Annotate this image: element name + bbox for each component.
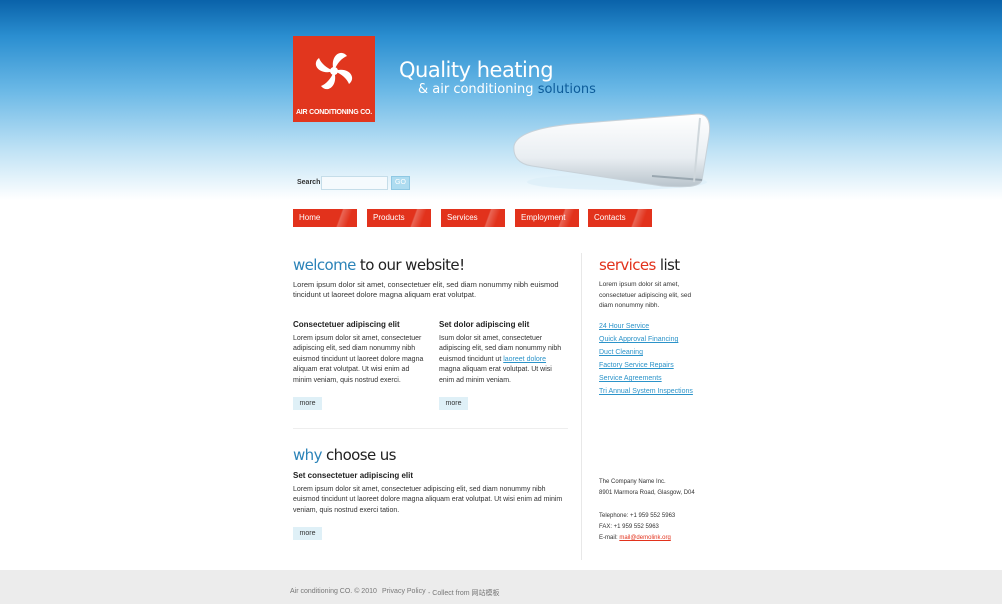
services-heading-rest: list [659, 256, 680, 274]
footer-privacy-link[interactable]: Privacy Policy [382, 588, 426, 595]
why-subtitle: Set consectetuer adipiscing elit [293, 471, 414, 480]
contact-fax: FAX: +1 959 552 5963 [599, 524, 659, 530]
contact-email-link[interactable]: mail@demolink.org [619, 535, 670, 541]
section-divider [293, 428, 568, 429]
service-link-duct-cleaning[interactable]: Duct Cleaning [599, 349, 643, 356]
why-more-button[interactable]: more [293, 527, 322, 540]
air-conditioner-image [513, 113, 711, 190]
why-text: Lorem ipsum dolor sit amet, consectetuer… [293, 486, 563, 514]
why-heading: why choose us [293, 446, 396, 464]
search-go-button[interactable]: GO [391, 176, 410, 190]
column-divider [581, 253, 582, 560]
service-link-inspections[interactable]: Tri Annual System Inspections [599, 388, 693, 395]
welcome-col1-more-button[interactable]: more [293, 397, 322, 410]
nav-services[interactable]: Services [441, 209, 505, 227]
nav-home[interactable]: Home [293, 209, 357, 227]
welcome-col2-text-b: magna aliquam erat volutpat. Ut wisi eni… [439, 366, 552, 384]
footer-collect: - Collect from 网站模板 [428, 590, 500, 597]
services-heading: services list [599, 256, 680, 274]
nav-employment[interactable]: Employment [515, 209, 579, 227]
nav-products[interactable]: Products [367, 209, 431, 227]
fan-icon [315, 52, 353, 90]
footer-copyright: Air conditioning CO. © 2010 [290, 588, 377, 595]
welcome-col2-text: Isum dolor sit amet, consectetuer adipis… [439, 334, 565, 386]
service-link-24-hour[interactable]: 24 Hour Service [599, 323, 649, 330]
laoreet-dolore-link[interactable]: laoreet dolore [503, 356, 546, 363]
logo-text: AIR CONDITIONING CO. [295, 109, 373, 116]
why-heading-accent: why [293, 446, 322, 464]
service-link-factory-repairs[interactable]: Factory Service Repairs [599, 362, 674, 369]
tagline-sub-highlight: solutions [537, 82, 596, 97]
services-intro: Lorem ipsum dolor sit amet, consectetuer… [599, 281, 692, 310]
tagline-sub-prefix: & air conditioning [418, 82, 534, 97]
service-link-financing[interactable]: Quick Approval Financing [599, 336, 678, 343]
header-background [0, 0, 1002, 200]
nav-contacts[interactable]: Contacts [588, 209, 652, 227]
welcome-col2-title: Set dolor adipiscing elit [439, 320, 530, 329]
welcome-intro: Lorem ipsum dolor sit amet, consectetuer… [293, 280, 559, 300]
contact-company: The Company Name Inc. [599, 479, 666, 485]
service-link-agreements[interactable]: Service Agreements [599, 375, 662, 382]
welcome-col1-title: Consectetuer adipiscing elit [293, 320, 400, 329]
contact-address: 8901 Marmora Road, Glasgow, D04 [599, 490, 695, 496]
why-heading-rest: choose us [326, 446, 396, 464]
tagline-main: Quality heating [399, 58, 554, 82]
footer-background [0, 570, 1002, 604]
contact-email-label: E-mail: [599, 535, 618, 541]
services-heading-accent: services [599, 256, 656, 274]
welcome-heading-accent: welcome [293, 256, 356, 274]
search-input[interactable] [321, 176, 388, 190]
welcome-heading: welcome to our website! [293, 256, 465, 274]
search-label: Search: [297, 179, 323, 186]
contact-email-line: E-mail: mail@demolink.org [599, 535, 671, 541]
welcome-col1-text: Lorem ipsum dolor sit amet, consectetuer… [293, 335, 424, 384]
company-logo[interactable]: AIR CONDITIONING CO. [293, 36, 375, 122]
welcome-col2-more-button[interactable]: more [439, 397, 468, 410]
welcome-heading-rest: to our website! [359, 256, 465, 274]
contact-telephone: Telephone: +1 959 552 5963 [599, 513, 676, 519]
tagline-sub: & air conditioning solutions [418, 82, 596, 97]
